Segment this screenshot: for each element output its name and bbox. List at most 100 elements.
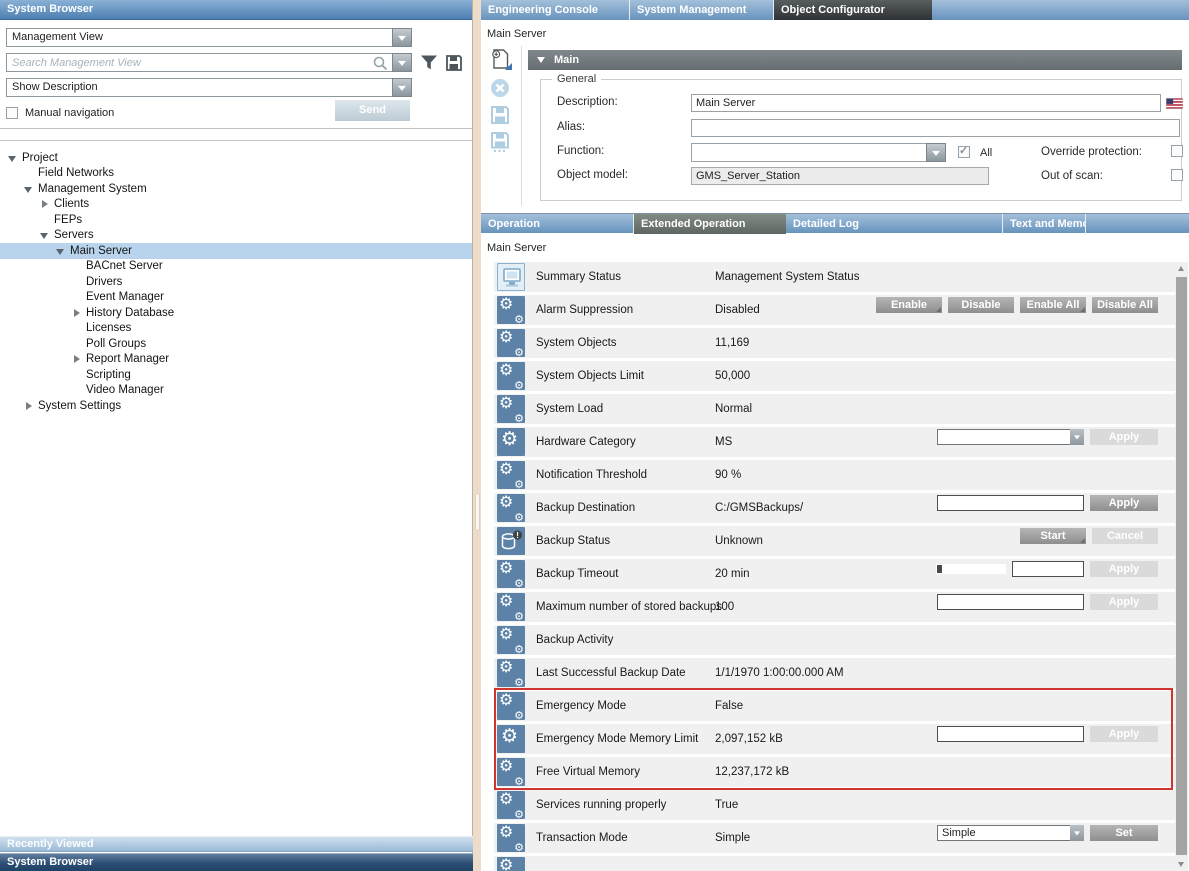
property-controls: Apply [936,561,1158,577]
filter-icon[interactable] [420,54,438,71]
main-section-header[interactable]: Main [528,50,1182,70]
slider-thumb[interactable] [937,565,942,573]
tree-collapsed-arrow-icon[interactable] [72,354,82,364]
scroll-up-arrow-icon[interactable] [1175,262,1188,275]
tree-item-drivers[interactable]: Drivers [0,274,472,290]
tree-collapsed-arrow-icon[interactable] [24,401,34,411]
tree-item-licenses[interactable]: Licenses [0,321,472,337]
tree-item-main-server[interactable]: Main Server [0,243,472,259]
panel-splitter[interactable] [474,0,481,871]
tree-item-management-system[interactable]: Management System [0,181,472,197]
main-section-title: Main [554,54,579,66]
tab-text-and-memo[interactable]: Text and Memo [1003,214,1086,234]
tree-item-servers[interactable]: Servers [0,228,472,244]
property-list-scrollbar[interactable] [1175,262,1188,871]
search-input[interactable] [6,53,392,72]
language-flag-icon[interactable] [1166,96,1183,107]
tree-expanded-arrow-icon[interactable] [40,230,50,240]
tree-item-history-database[interactable]: History Database [0,305,472,321]
property-value: 50,000 [715,370,750,382]
function-value[interactable] [691,143,926,162]
tree-expanded-arrow-icon[interactable] [24,184,34,194]
set-button[interactable]: Set [1090,825,1158,841]
editor-breadcrumb: Main Server [487,28,546,40]
view-selector[interactable]: Management View [6,28,412,47]
view-selector-value[interactable]: Management View [6,28,392,47]
tree-collapsed-arrow-icon[interactable] [40,199,50,209]
tab-system-management[interactable]: System Management [630,0,774,20]
property-input[interactable] [1012,561,1084,577]
gears-icon: ⚙⚙ [497,857,525,871]
new-object-icon[interactable] [489,48,513,72]
tree-item-field-networks[interactable]: Field Networks [0,166,472,182]
property-slider[interactable] [936,564,1006,574]
alias-field[interactable] [691,119,1180,137]
tree-item-clients[interactable]: Clients [0,197,472,213]
save-icon[interactable] [489,104,513,128]
property-dropdown[interactable]: Simple [937,825,1084,841]
property-dropdown-value[interactable]: Simple [937,825,1070,841]
object-model-label: Object model: [557,169,628,181]
gear-glyph: ⚙ [499,329,513,346]
property-dropdown-button[interactable] [1070,429,1084,445]
display-mode-selector[interactable]: Show Description [6,78,412,97]
description-field[interactable] [691,94,1161,112]
gear-glyph: ⚙ [499,692,513,709]
tree-item-project[interactable]: Project [0,150,472,166]
gear-glyph: ⚙ [499,758,513,775]
system-browser-bar[interactable]: System Browser [0,853,473,871]
display-mode-dropdown-button[interactable] [392,78,412,97]
out-of-scan-checkbox[interactable] [1171,169,1183,181]
tree-item-scripting[interactable]: Scripting [0,367,472,383]
tab-operation[interactable]: Operation [481,214,634,234]
scrollbar-thumb[interactable] [1176,277,1187,855]
property-input[interactable] [937,495,1084,511]
disable-button[interactable]: Disable [948,297,1014,313]
display-mode-value[interactable]: Show Description [6,78,392,97]
splitter-handle[interactable] [475,493,480,531]
search-dropdown-button[interactable] [392,53,412,72]
gear-glyph: ⚙ [514,478,524,489]
property-dropdown-value[interactable] [937,429,1070,445]
start-button[interactable]: Start [1020,528,1086,544]
function-dropdown[interactable] [691,143,946,162]
apply-button[interactable]: Apply [1090,495,1158,511]
tree-expanded-arrow-icon[interactable] [56,246,66,256]
tree-item-system-settings[interactable]: System Settings [0,398,472,414]
tree-expanded-arrow-icon[interactable] [8,153,18,163]
property-dropdown-button[interactable] [1070,825,1084,841]
function-row: Function: All Override protection: [541,143,1181,161]
override-protection-checkbox[interactable] [1171,145,1183,157]
property-value: 100 [715,601,734,613]
property-input[interactable] [937,726,1084,742]
tree-spacer [72,261,82,271]
view-selector-dropdown-button[interactable] [392,28,412,47]
function-dropdown-button[interactable] [926,143,946,162]
tree-item-feps[interactable]: FEPs [0,212,472,228]
tree-item-poll-groups[interactable]: Poll Groups [0,336,472,352]
send-button[interactable]: Send [335,100,410,121]
save-view-icon[interactable] [445,54,463,72]
tree-collapsed-arrow-icon[interactable] [72,308,82,318]
tree-item-video-manager[interactable]: Video Manager [0,383,472,399]
tab-engineering-console[interactable]: Engineering Console [481,0,630,20]
tree-item-report-manager[interactable]: Report Manager [0,352,472,368]
browser-controls: Management View Show Description Manual … [0,21,472,129]
enable-all-button[interactable]: Enable All [1020,297,1086,313]
disable-all-button[interactable]: Disable All [1092,297,1158,313]
tab-object-configurator[interactable]: Object Configurator [774,0,932,20]
delete-icon[interactable] [489,77,513,101]
save-all-icon[interactable] [489,131,513,155]
tree-item-bacnet-server[interactable]: BACnet Server [0,259,472,275]
tab-detailed-log[interactable]: Detailed Log [786,214,1003,234]
recently-viewed-bar[interactable]: Recently Viewed [0,836,473,852]
scroll-down-arrow-icon[interactable] [1175,858,1188,871]
function-all-checkbox[interactable] [958,146,970,158]
enable-button[interactable]: Enable [876,297,942,313]
property-dropdown[interactable] [937,429,1084,445]
property-controls: Apply [937,495,1158,511]
property-input[interactable] [937,594,1084,610]
manual-navigation-checkbox[interactable] [6,107,18,119]
tree-item-event-manager[interactable]: Event Manager [0,290,472,306]
tab-extended-operation[interactable]: Extended Operation [634,214,786,234]
